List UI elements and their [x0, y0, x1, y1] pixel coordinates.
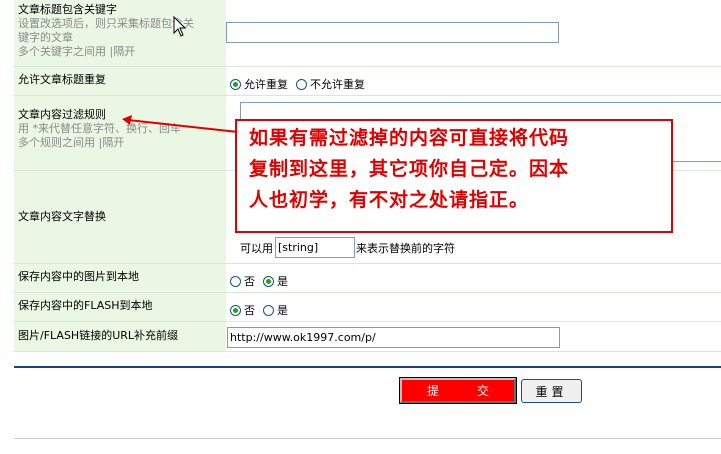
row-label: 保存内容中的图片到本地	[18, 270, 139, 283]
row-description: 多个规则之间用 |隔开	[18, 136, 125, 149]
callout-line: 人也初学，有不对之处请指正。	[249, 189, 530, 211]
radio-option-yes[interactable]: 是	[263, 302, 288, 318]
row-label: 保存内容中的FLASH到本地	[18, 299, 153, 312]
label-cell: 文章标题包含关键字 设置改选项后，则只采集标题包含关 键字的文章 多个关键字之间…	[14, 0, 226, 66]
label-cell: 文章内容文字替换	[14, 171, 226, 263]
value-cell: 否 是	[226, 293, 721, 321]
value-cell	[226, 322, 721, 351]
allow-duplicate-radio-group: 允许重复 不允许重复	[230, 76, 373, 92]
hint-prefix: 可以用	[240, 241, 273, 255]
radio-button[interactable]	[230, 78, 241, 90]
form-bottom-border	[14, 366, 721, 368]
label-cell: 保存内容中的FLASH到本地	[14, 293, 226, 321]
row-title-keywords: 文章标题包含关键字 设置改选项后，则只采集标题包含关 键字的文章 多个关键字之间…	[14, 0, 721, 67]
radio-label: 否	[244, 275, 255, 288]
save-flash-radio-group: 否 是	[230, 302, 296, 318]
row-label: 允许文章标题重复	[18, 73, 106, 86]
row-save-images: 保存内容中的图片到本地 否 是	[14, 264, 721, 293]
placeholder-string-input[interactable]	[275, 237, 355, 258]
submit-label-right: 交	[476, 384, 489, 398]
callout-arrow-icon	[122, 115, 239, 133]
radio-button[interactable]	[263, 304, 274, 316]
callout-line: 如果有需过滤掉的内容可直接将代码	[249, 127, 570, 149]
label-cell: 保存内容中的图片到本地	[14, 264, 226, 292]
callout-line: 复制到这里，其它项你自己定。因本	[249, 158, 570, 180]
row-label: 文章标题包含关键字	[18, 3, 117, 16]
save-images-radio-group: 否 是	[230, 273, 296, 289]
row-description: 键字的文章	[18, 31, 73, 44]
label-cell: 允许文章标题重复	[14, 67, 226, 95]
row-url-prefix: 图片/FLASH链接的URL补充前缀	[14, 322, 721, 352]
label-cell: 图片/FLASH链接的URL补充前缀	[14, 322, 226, 351]
radio-label: 不允许重复	[310, 78, 365, 91]
title-keywords-input[interactable]	[226, 22, 559, 43]
radio-button[interactable]	[263, 275, 274, 287]
row-description: 多个关键字之间用 |隔开	[18, 45, 136, 58]
radio-option-no[interactable]: 否	[230, 302, 255, 318]
radio-label: 否	[244, 304, 255, 317]
mouse-cursor-icon	[173, 16, 187, 37]
value-cell: 否 是	[226, 264, 721, 292]
radio-button[interactable]	[296, 78, 307, 90]
submit-label-left: 提	[427, 384, 440, 398]
radio-label: 是	[277, 304, 288, 317]
row-label: 文章内容文字替换	[18, 210, 106, 223]
replace-hint: 可以用 来表示替换前的字符	[240, 237, 455, 258]
row-description: 设置改选项后，则只采集标题包含关	[18, 17, 194, 30]
submit-button[interactable]: 提 交	[399, 377, 517, 404]
radio-option-disallow[interactable]: 不允许重复	[296, 76, 365, 92]
radio-label: 允许重复	[244, 78, 288, 91]
radio-label: 是	[277, 275, 288, 288]
footer-divider	[14, 438, 721, 439]
url-prefix-input[interactable]	[227, 327, 560, 348]
reset-button[interactable]: 重置	[521, 379, 582, 403]
radio-button[interactable]	[230, 275, 241, 287]
row-label: 图片/FLASH链接的URL补充前缀	[18, 329, 179, 342]
hint-suffix: 来表示替换前的字符	[356, 241, 455, 255]
annotation-callout: 如果有需过滤掉的内容可直接将代码 复制到这里，其它项你自己定。因本 人也初学，有…	[235, 119, 673, 233]
value-cell: 允许重复 不允许重复	[226, 67, 721, 95]
radio-option-no[interactable]: 否	[230, 273, 255, 289]
value-cell	[226, 0, 721, 66]
radio-option-allow[interactable]: 允许重复	[230, 76, 288, 92]
radio-option-yes[interactable]: 是	[263, 273, 288, 289]
radio-button[interactable]	[230, 304, 241, 316]
row-allow-duplicate: 允许文章标题重复 允许重复 不允许重复	[14, 67, 721, 96]
row-save-flash: 保存内容中的FLASH到本地 否 是	[14, 293, 721, 322]
